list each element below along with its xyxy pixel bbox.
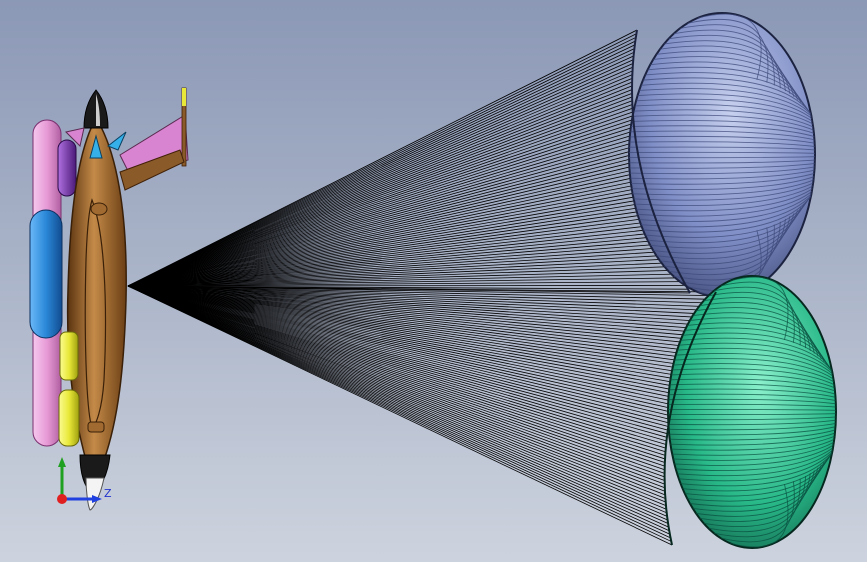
- suspension-line: [127, 85, 633, 287]
- yellow-tank-upper: [59, 331, 79, 381]
- fuselage-port: [87, 421, 105, 433]
- suspension-line: [127, 156, 639, 287]
- fuselage-hatch: [90, 202, 108, 216]
- yellow-tank-lower: [58, 389, 80, 447]
- tail-antenna-tip: [182, 88, 186, 106]
- suspension-line: [127, 285, 666, 460]
- suspension-line: [127, 74, 633, 287]
- upper-parachute[interactable]: [628, 12, 825, 298]
- suspension-line: [127, 285, 665, 485]
- triad-z-arrow: [92, 495, 102, 503]
- coordinate-triad: Z: [57, 457, 112, 504]
- graphics-viewport[interactable]: Z: [0, 0, 867, 562]
- suspension-line: [127, 119, 634, 287]
- lower-parachute[interactable]: [663, 275, 846, 549]
- purple-tank: [57, 139, 77, 197]
- triad-y-arrow: [58, 457, 66, 467]
- suspension-lines: [127, 29, 717, 546]
- suspension-line: [127, 96, 633, 287]
- suspension-line: [127, 111, 633, 287]
- suspension-line: [127, 285, 665, 489]
- suspension-line: [127, 29, 638, 287]
- triad-z-label: Z: [104, 487, 112, 500]
- thruster-right: [107, 131, 127, 151]
- suspension-line: [127, 285, 676, 391]
- lower-canopy-shell: [667, 275, 837, 549]
- suspension-line: [127, 285, 682, 373]
- triad-x-origin: [57, 494, 67, 504]
- suspension-line: [127, 285, 674, 402]
- suspension-line: [127, 285, 669, 524]
- suspension-line: [127, 285, 667, 510]
- upper-canopy-shell: [628, 12, 816, 298]
- suspension-line: [127, 44, 635, 287]
- suspension-line: [127, 285, 669, 427]
- cad-scene[interactable]: [0, 0, 867, 562]
- suspension-line: [127, 285, 665, 463]
- suspension-line: [127, 285, 668, 521]
- suspension-line: [127, 70, 633, 287]
- blue-tank: [29, 209, 63, 339]
